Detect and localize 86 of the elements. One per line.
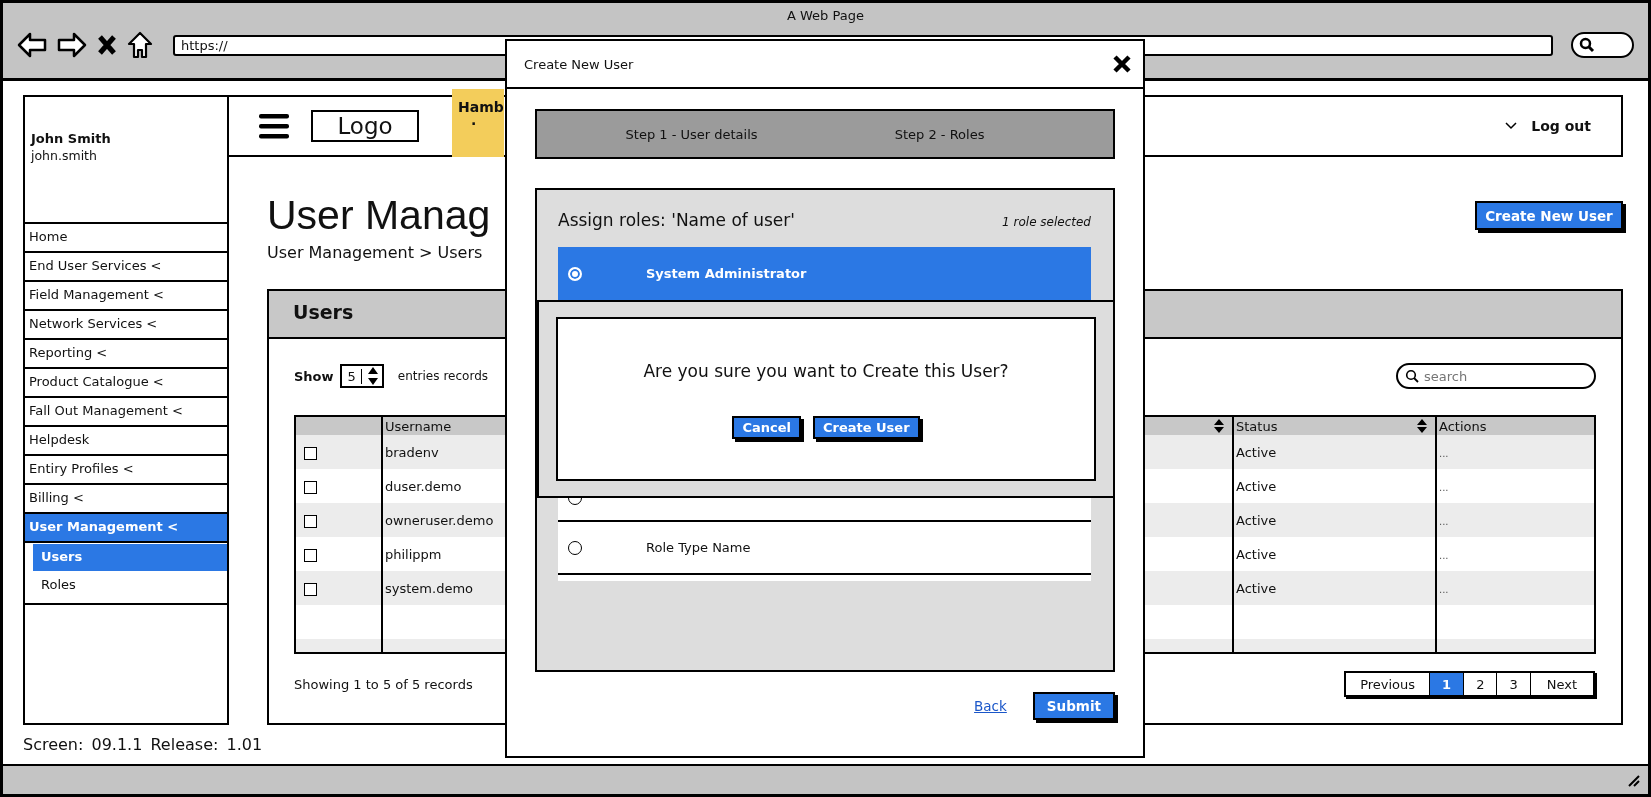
- confirm-button[interactable]: Cancel: [732, 416, 801, 439]
- table-cell: owneruser.demo: [385, 512, 494, 528]
- close-icon[interactable]: [97, 34, 117, 56]
- page-link[interactable]: 1: [1430, 673, 1465, 695]
- stepper-arrows-icon: [365, 365, 380, 387]
- sort-icon[interactable]: [1417, 419, 1427, 433]
- role-name: System Administrator: [646, 266, 807, 281]
- sidebar-item[interactable]: Helpdesk: [25, 425, 227, 454]
- show-label: Show: [294, 368, 334, 384]
- user-login: john.smith: [31, 148, 98, 163]
- records-label: records: [443, 369, 489, 383]
- dialog-title: Create New User: [524, 56, 634, 72]
- breadcrumb: User Management > Users: [267, 243, 484, 262]
- resize-grip-icon[interactable]: [1626, 773, 1640, 787]
- panel-title: Users: [293, 301, 354, 323]
- sort-icon[interactable]: [1214, 419, 1224, 433]
- table-cell: ...: [1439, 515, 1449, 527]
- row-checkbox[interactable]: [304, 514, 317, 528]
- submit-button[interactable]: Submit: [1032, 692, 1115, 720]
- column-header: Status: [1236, 418, 1278, 434]
- roles-count: 1 role selected: [1002, 215, 1091, 229]
- user-name: John Smith: [31, 131, 112, 146]
- sidebar-subitem[interactable]: Users: [33, 544, 227, 571]
- sidebar-item[interactable]: Home: [25, 222, 227, 251]
- row-checkbox[interactable]: [304, 548, 317, 562]
- search-field[interactable]: search: [1396, 363, 1596, 389]
- role-row[interactable]: System Administrator: [558, 247, 1091, 300]
- page-size-stepper[interactable]: 5: [339, 364, 384, 388]
- table-cell: Active: [1236, 444, 1277, 460]
- row-checkbox[interactable]: [304, 446, 317, 460]
- note-text: .: [471, 115, 478, 125]
- role-row[interactable]: Role Type Name: [558, 522, 1091, 575]
- sidebar-item[interactable]: Network Services <: [25, 309, 227, 338]
- note-text: Hamb: [458, 99, 504, 115]
- sidebar-item[interactable]: Reporting <: [25, 338, 227, 367]
- table-cell: Active: [1236, 512, 1277, 528]
- sidebar-item[interactable]: Field Management <: [25, 280, 227, 309]
- table-cell: system.demo: [385, 580, 473, 596]
- table-cell: bradenv: [385, 444, 439, 460]
- role-name: Role Type Name: [646, 540, 751, 555]
- radio-button[interactable]: [568, 540, 582, 555]
- table-cell: ...: [1439, 447, 1449, 459]
- table-cell: Active: [1236, 580, 1277, 596]
- table-cell: ...: [1439, 549, 1449, 561]
- table-cell: Active: [1236, 546, 1277, 562]
- sidebar-item[interactable]: User Management <: [25, 512, 227, 541]
- page-link[interactable]: 3: [1497, 673, 1531, 695]
- column-header: Username: [385, 418, 452, 434]
- browser-search-field[interactable]: [1571, 32, 1634, 58]
- entries-label: entries: [397, 369, 440, 383]
- chevron-down-icon: [1505, 122, 1518, 130]
- create-new-user-button[interactable]: Create New User: [1475, 201, 1623, 230]
- window-title: A Web Page: [786, 7, 865, 25]
- records-summary: Showing 1 to 5 of 5 records: [294, 676, 473, 692]
- step-label[interactable]: Step 1 - User details: [625, 126, 758, 142]
- confirm-button[interactable]: Create User: [812, 416, 920, 439]
- roles-heading: Assign roles: 'Name of user': [558, 210, 795, 230]
- sidebar-item[interactable]: Fall Out Management <: [25, 396, 227, 425]
- search-icon: [1405, 369, 1419, 383]
- sidebar-subitem[interactable]: Roles: [33, 572, 227, 599]
- row-checkbox[interactable]: [304, 480, 317, 494]
- sidebar-item[interactable]: Entiry Profiles <: [25, 454, 227, 483]
- step-label[interactable]: Step 2 - Roles: [894, 126, 985, 142]
- forward-icon[interactable]: [57, 32, 87, 58]
- back-icon[interactable]: [17, 32, 47, 58]
- page-link[interactable]: 2: [1464, 673, 1498, 695]
- screen-release-label: Screen: 09.1.1 Release: 1.01: [23, 735, 264, 754]
- menu-icon[interactable]: [259, 113, 289, 139]
- row-checkbox[interactable]: [304, 582, 317, 596]
- page-link[interactable]: Next: [1530, 673, 1593, 695]
- confirm-message: Are you sure you want to Create this User?: [643, 361, 1009, 381]
- column-header: Actions: [1439, 418, 1487, 434]
- close-icon[interactable]: [1113, 55, 1131, 73]
- back-link[interactable]: Back: [974, 698, 1007, 714]
- table-cell: Active: [1236, 478, 1277, 494]
- logout-link[interactable]: Log out: [1531, 118, 1591, 134]
- sidebar-item[interactable]: Product Catalogue <: [25, 367, 227, 396]
- home-icon[interactable]: [127, 31, 153, 59]
- table-cell: ...: [1439, 481, 1449, 493]
- search-icon: [1579, 37, 1595, 53]
- table-cell: duser.demo: [385, 478, 462, 494]
- table-cell: philippm: [385, 546, 442, 562]
- page-title: User Manag: [267, 191, 491, 239]
- logo: Logo: [311, 110, 419, 142]
- table-cell: ...: [1439, 583, 1449, 595]
- sidebar-item[interactable]: End User Services <: [25, 251, 227, 280]
